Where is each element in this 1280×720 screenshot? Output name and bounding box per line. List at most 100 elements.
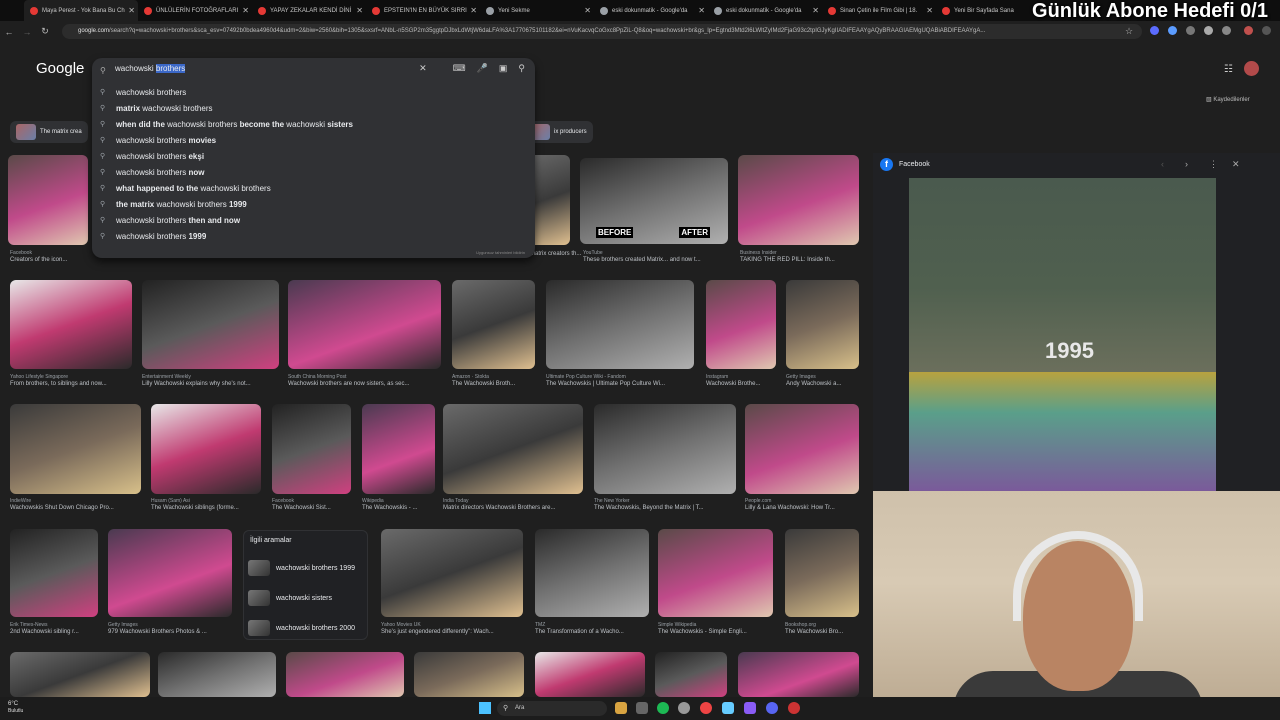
image-result-row3[interactable]: [272, 404, 351, 494]
suggestion-item[interactable]: ⚲ wachowski brothers 1999: [92, 228, 535, 244]
tab-close-icon[interactable]: ✕: [356, 6, 363, 15]
image-result-row3[interactable]: [10, 404, 141, 494]
address-bar[interactable]: google.com/search?q=wachowski+brothers&s…: [62, 24, 1142, 39]
forward-arrow-icon[interactable]: →: [18, 27, 36, 37]
extension-icon[interactable]: [1222, 26, 1231, 35]
image-caption[interactable]: Yahoo Movies UK She's just engendered dif…: [381, 622, 523, 635]
suggestion-item[interactable]: ⚲ wachowski brothers ekşi: [92, 148, 535, 164]
more-options-icon[interactable]: ⋮: [1209, 159, 1218, 170]
chrome-icon[interactable]: [700, 702, 712, 714]
chip-matrix-creators[interactable]: The matrix crea: [10, 121, 88, 143]
profile-avatar-icon[interactable]: [1244, 26, 1253, 35]
image-result-row1[interactable]: [8, 155, 88, 245]
image-result-row3[interactable]: [362, 404, 435, 494]
weather-widget[interactable]: 6°C Bulutlu: [8, 701, 23, 715]
image-caption[interactable]: Business Insider TAKING THE RED PILL: Ins…: [740, 250, 870, 263]
image-caption[interactable]: IndieWire Wachowskis Shut Down Chicago Pr…: [10, 498, 141, 511]
suggestion-item[interactable]: ⚲ wachowski brothers: [92, 84, 535, 100]
discord-icon[interactable]: [766, 702, 778, 714]
extension-icon[interactable]: [1168, 26, 1177, 35]
extension-icon[interactable]: [1204, 26, 1213, 35]
extension-icon[interactable]: [1186, 26, 1195, 35]
close-icon[interactable]: ✕: [1232, 159, 1240, 170]
settings-gear-icon[interactable]: [678, 702, 690, 714]
image-result-row5[interactable]: [286, 652, 404, 697]
image-result-row4[interactable]: [785, 529, 859, 617]
related-item[interactable]: wachowski sisters: [248, 589, 332, 607]
lens-camera-icon[interactable]: ▣: [499, 63, 508, 74]
image-result-row4[interactable]: [108, 529, 232, 617]
image-caption[interactable]: Erik Times-News 2nd Wachowski sibling r..…: [10, 622, 120, 635]
image-caption[interactable]: Husam (Sam) Asi The Wachowski siblings (f…: [151, 498, 261, 511]
back-arrow-icon[interactable]: ←: [0, 27, 18, 37]
image-result-row2[interactable]: [288, 280, 441, 369]
suggestion-item[interactable]: ⚲ wachowski brothers then and now: [92, 212, 535, 228]
image-result-row2[interactable]: [142, 280, 279, 369]
image-result-row4[interactable]: [658, 529, 773, 617]
obs-icon[interactable]: [788, 702, 800, 714]
next-arrow-icon[interactable]: ›: [1185, 159, 1188, 169]
apps-grid-icon[interactable]: ☷: [1224, 64, 1233, 75]
image-result-row5[interactable]: [655, 652, 727, 697]
extension-icon[interactable]: [1150, 26, 1159, 35]
clear-icon[interactable]: ✕: [419, 63, 427, 74]
image-caption[interactable]: TMZ The Transformation of a Wacho...: [535, 622, 649, 635]
bookmark-star-icon[interactable]: ☆: [1120, 26, 1138, 37]
google-logo[interactable]: Google: [36, 60, 84, 77]
image-result-row4[interactable]: [10, 529, 98, 617]
tab-close-icon[interactable]: ✕: [242, 6, 249, 15]
browser-tab[interactable]: Yeni Sekme ✕: [480, 0, 594, 21]
image-result-row2[interactable]: [706, 280, 776, 369]
account-avatar[interactable]: [1244, 61, 1259, 76]
image-caption[interactable]: Entertainment Weekly Lilly Wachowski expl…: [142, 374, 279, 387]
spotify-icon[interactable]: [657, 702, 669, 714]
taskbar-search[interactable]: ⚲ Ara: [497, 701, 607, 716]
image-caption[interactable]: People.com Lilly & Lana Wachowski: How Tr…: [745, 498, 859, 511]
image-caption[interactable]: The New Yorker The Wachowskis, Beyond the…: [594, 498, 736, 511]
image-result-row3[interactable]: [151, 404, 261, 494]
browser-tab[interactable]: Maya Perest - Yok Bana Bu Ch ✕: [24, 0, 138, 21]
file-explorer-icon[interactable]: [615, 702, 627, 714]
keyboard-icon[interactable]: ⌨: [453, 63, 466, 74]
image-result-row5[interactable]: [738, 652, 859, 697]
suggestion-item[interactable]: ⚲ wachowski brothers movies: [92, 132, 535, 148]
app-icon[interactable]: [744, 702, 756, 714]
tab-close-icon[interactable]: ✕: [926, 6, 933, 15]
tab-close-icon[interactable]: ✕: [812, 6, 819, 15]
image-result-row1[interactable]: [738, 155, 859, 245]
image-caption[interactable]: Getty Images 979 Wachowski Brothers Photo…: [108, 622, 232, 635]
image-caption[interactable]: South China Morning Post Wachowski brothe…: [288, 374, 441, 387]
image-caption[interactable]: India Today Matrix directors Wachowski Br…: [443, 498, 583, 511]
search-box[interactable]: ⚲ wachowski brothers ✕ ⌨ 🎤 ▣ ⚲ ⚲ wachowsk…: [92, 58, 535, 258]
browser-tab[interactable]: eski dokunmatik - Google'da ✕: [594, 0, 708, 21]
tab-close-icon[interactable]: ✕: [584, 6, 591, 15]
image-caption[interactable]: Simple Wikipedia The Wachowskis - Simple …: [658, 622, 773, 635]
taskview-icon[interactable]: [636, 702, 648, 714]
preview-source[interactable]: f Facebook: [880, 158, 930, 171]
image-result-row5[interactable]: [414, 652, 524, 697]
browser-tab[interactable]: Sinan Çetin ile Film Gibi | 18. ✕: [822, 0, 936, 21]
image-caption[interactable]: Yahoo Lifestyle Singapore From brothers, …: [10, 374, 132, 387]
prev-arrow-icon[interactable]: ‹: [1161, 159, 1164, 169]
image-result-row1[interactable]: BEFORE AFTER: [580, 158, 728, 244]
tab-close-icon[interactable]: ✕: [128, 6, 135, 15]
image-result-row3[interactable]: [443, 404, 583, 494]
suggestion-item[interactable]: ⚲ wachowski brothers now: [92, 164, 535, 180]
tab-close-icon[interactable]: ✕: [470, 6, 477, 15]
app-icon[interactable]: [722, 702, 734, 714]
image-caption[interactable]: YouTube These brothers created Matrix... …: [583, 250, 713, 263]
report-predictions-link[interactable]: Uygunsuz tahminleri bildirin: [476, 250, 525, 255]
tab-close-icon[interactable]: ✕: [698, 6, 705, 15]
image-result-row3[interactable]: [594, 404, 736, 494]
search-input[interactable]: wachowski brothers: [115, 64, 186, 73]
related-item[interactable]: wachowski brothers 1999: [248, 559, 355, 577]
image-result-row3[interactable]: [745, 404, 859, 494]
image-result-row5[interactable]: [158, 652, 276, 697]
browser-tab[interactable]: ÜNLÜLERİN FOTOĞRAFLARI ✕: [138, 0, 252, 21]
related-item[interactable]: wachowski brothers 2000: [248, 619, 355, 637]
browser-tab[interactable]: YAPAY ZEKALAR KENDİ DİNİ ✕: [252, 0, 366, 21]
image-result-row2[interactable]: [786, 280, 859, 369]
image-result-row2[interactable]: [546, 280, 694, 369]
search-submit-icon[interactable]: ⚲: [518, 63, 525, 74]
preview-image[interactable]: 1995: [909, 178, 1216, 491]
